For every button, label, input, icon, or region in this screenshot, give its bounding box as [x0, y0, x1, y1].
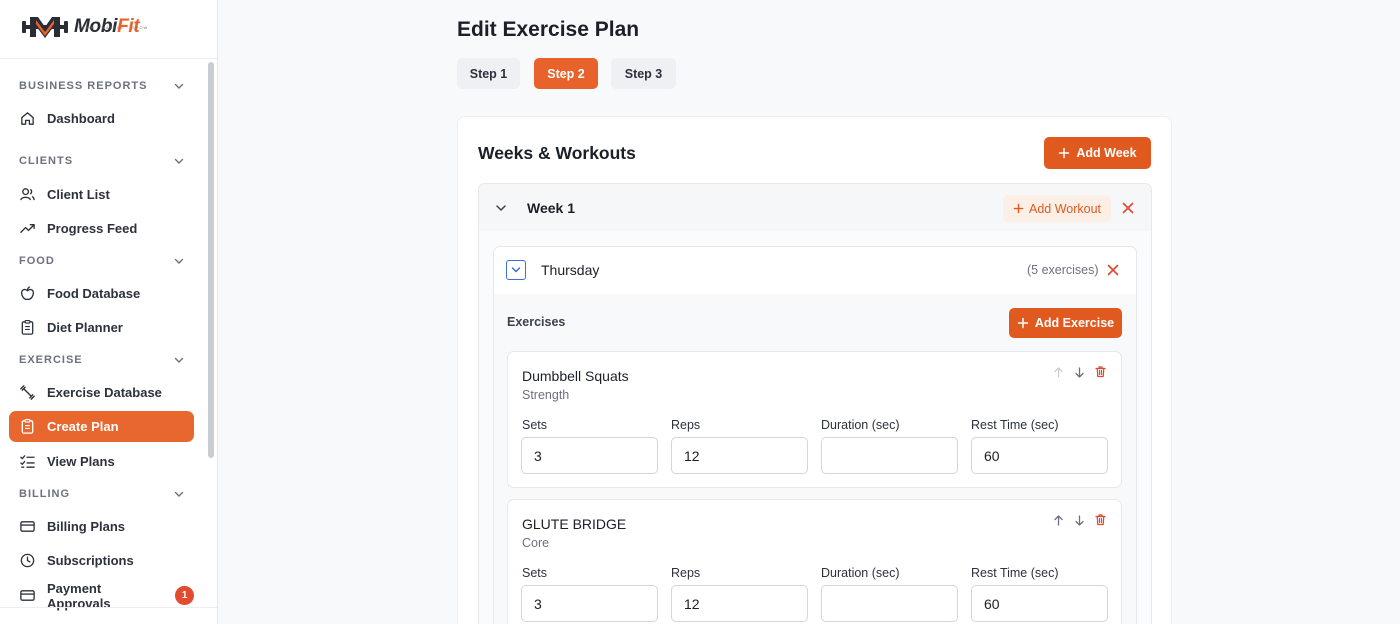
- users-icon: [19, 186, 36, 203]
- exercise-count: (5 exercises): [1027, 263, 1099, 277]
- mobifit-logo-icon: [22, 17, 68, 38]
- chevron-down-icon: [174, 357, 184, 363]
- move-down-icon[interactable]: [1073, 366, 1086, 379]
- page-title: Edit Exercise Plan: [457, 18, 640, 41]
- week-title: Week 1: [527, 200, 575, 216]
- move-down-icon[interactable]: [1073, 514, 1086, 527]
- chevron-down-icon: [511, 267, 521, 273]
- section-food[interactable]: FOOD: [19, 251, 185, 271]
- sidebar: MobiFit TRAIN · MANAGE · GROW BUSINESS R…: [0, 0, 218, 624]
- sets-label: Sets: [522, 418, 548, 432]
- brand-tagline: TRAIN · MANAGE · GROW: [78, 25, 149, 30]
- reps-label: Reps: [671, 566, 701, 580]
- workout-day-title: Thursday: [541, 262, 600, 278]
- clock-icon: [19, 552, 36, 569]
- delete-week-icon[interactable]: [1121, 201, 1135, 215]
- sidebar-item-client-list[interactable]: Client List: [9, 179, 194, 210]
- sidebar-item-subscriptions[interactable]: Subscriptions: [9, 545, 194, 576]
- rest-time-label: Rest Time (sec): [971, 566, 1059, 580]
- sets-input[interactable]: 3: [521, 585, 658, 622]
- divider: [0, 607, 217, 608]
- trending-up-icon: [19, 220, 36, 237]
- rest-time-label: Rest Time (sec): [971, 418, 1059, 432]
- list-check-icon: [19, 453, 36, 470]
- plus-icon: [1059, 147, 1070, 159]
- add-workout-button[interactable]: Add Workout: [1003, 195, 1111, 222]
- sets-input[interactable]: 3: [521, 437, 658, 474]
- sidebar-item-dashboard[interactable]: Dashboard: [9, 103, 194, 134]
- chevron-down-icon[interactable]: [494, 201, 508, 215]
- sidebar-item-view-plans[interactable]: View Plans: [9, 446, 194, 477]
- dumbbell-icon: [19, 384, 36, 401]
- plus-icon: [1013, 203, 1024, 214]
- exercise-category: Core: [522, 536, 550, 550]
- sidebar-item-progress-feed[interactable]: Progress Feed: [9, 213, 194, 244]
- reps-input[interactable]: 12: [671, 437, 808, 474]
- workout-collapse-toggle[interactable]: [506, 260, 526, 280]
- move-up-icon[interactable]: [1052, 514, 1065, 527]
- section-clients[interactable]: CLIENTS: [19, 151, 185, 171]
- trash-icon[interactable]: [1094, 513, 1107, 526]
- home-icon: [19, 110, 36, 127]
- duration-input[interactable]: [821, 585, 958, 622]
- reps-input[interactable]: 12: [671, 585, 808, 622]
- sidebar-item-billing-plans[interactable]: Billing Plans: [9, 511, 194, 542]
- section-title: Weeks & Workouts: [478, 143, 636, 163]
- exercise-name: Dumbbell Squats: [522, 368, 629, 384]
- apple-icon: [19, 285, 36, 302]
- step-1-tab[interactable]: Step 1: [457, 58, 520, 89]
- credit-card-icon: [19, 587, 36, 604]
- duration-input[interactable]: [821, 437, 958, 474]
- divider: [0, 58, 217, 59]
- plus-icon: [1017, 317, 1029, 329]
- notification-badge: 1: [175, 586, 194, 605]
- rest-time-input[interactable]: 60: [971, 585, 1108, 622]
- step-2-tab[interactable]: Step 2: [534, 58, 598, 89]
- clipboard-list-icon: [19, 418, 36, 435]
- sidebar-item-create-plan[interactable]: Create Plan: [9, 411, 194, 442]
- section-business-reports[interactable]: BUSINESS REPORTS: [19, 76, 185, 96]
- sidebar-item-diet-planner[interactable]: Diet Planner: [9, 312, 194, 343]
- duration-label: Duration (sec): [821, 566, 900, 580]
- move-up-icon[interactable]: [1052, 366, 1065, 379]
- sidebar-item-food-database[interactable]: Food Database: [9, 278, 194, 309]
- section-exercise[interactable]: EXERCISE: [19, 350, 185, 370]
- exercises-label: Exercises: [507, 315, 566, 329]
- clipboard-icon: [19, 319, 36, 336]
- chevron-down-icon: [174, 83, 184, 89]
- add-exercise-button[interactable]: Add Exercise: [1009, 308, 1122, 338]
- section-billing[interactable]: BILLING: [19, 484, 185, 504]
- chevron-down-icon: [174, 158, 184, 164]
- sidebar-scrollbar-thumb[interactable]: [208, 62, 214, 458]
- add-week-button[interactable]: Add Week: [1044, 137, 1151, 169]
- exercise-name: GLUTE BRIDGE: [522, 516, 627, 532]
- reps-label: Reps: [671, 418, 701, 432]
- trash-icon[interactable]: [1094, 365, 1107, 378]
- rest-time-input[interactable]: 60: [971, 437, 1108, 474]
- sidebar-item-exercise-database[interactable]: Exercise Database: [9, 377, 194, 408]
- chevron-down-icon: [174, 491, 184, 497]
- chevron-down-icon: [174, 258, 184, 264]
- duration-label: Duration (sec): [821, 418, 900, 432]
- exercise-category: Strength: [522, 388, 570, 402]
- credit-card-icon: [19, 518, 36, 535]
- sets-label: Sets: [522, 566, 548, 580]
- step-3-tab[interactable]: Step 3: [611, 58, 676, 89]
- delete-workout-icon[interactable]: [1106, 263, 1120, 277]
